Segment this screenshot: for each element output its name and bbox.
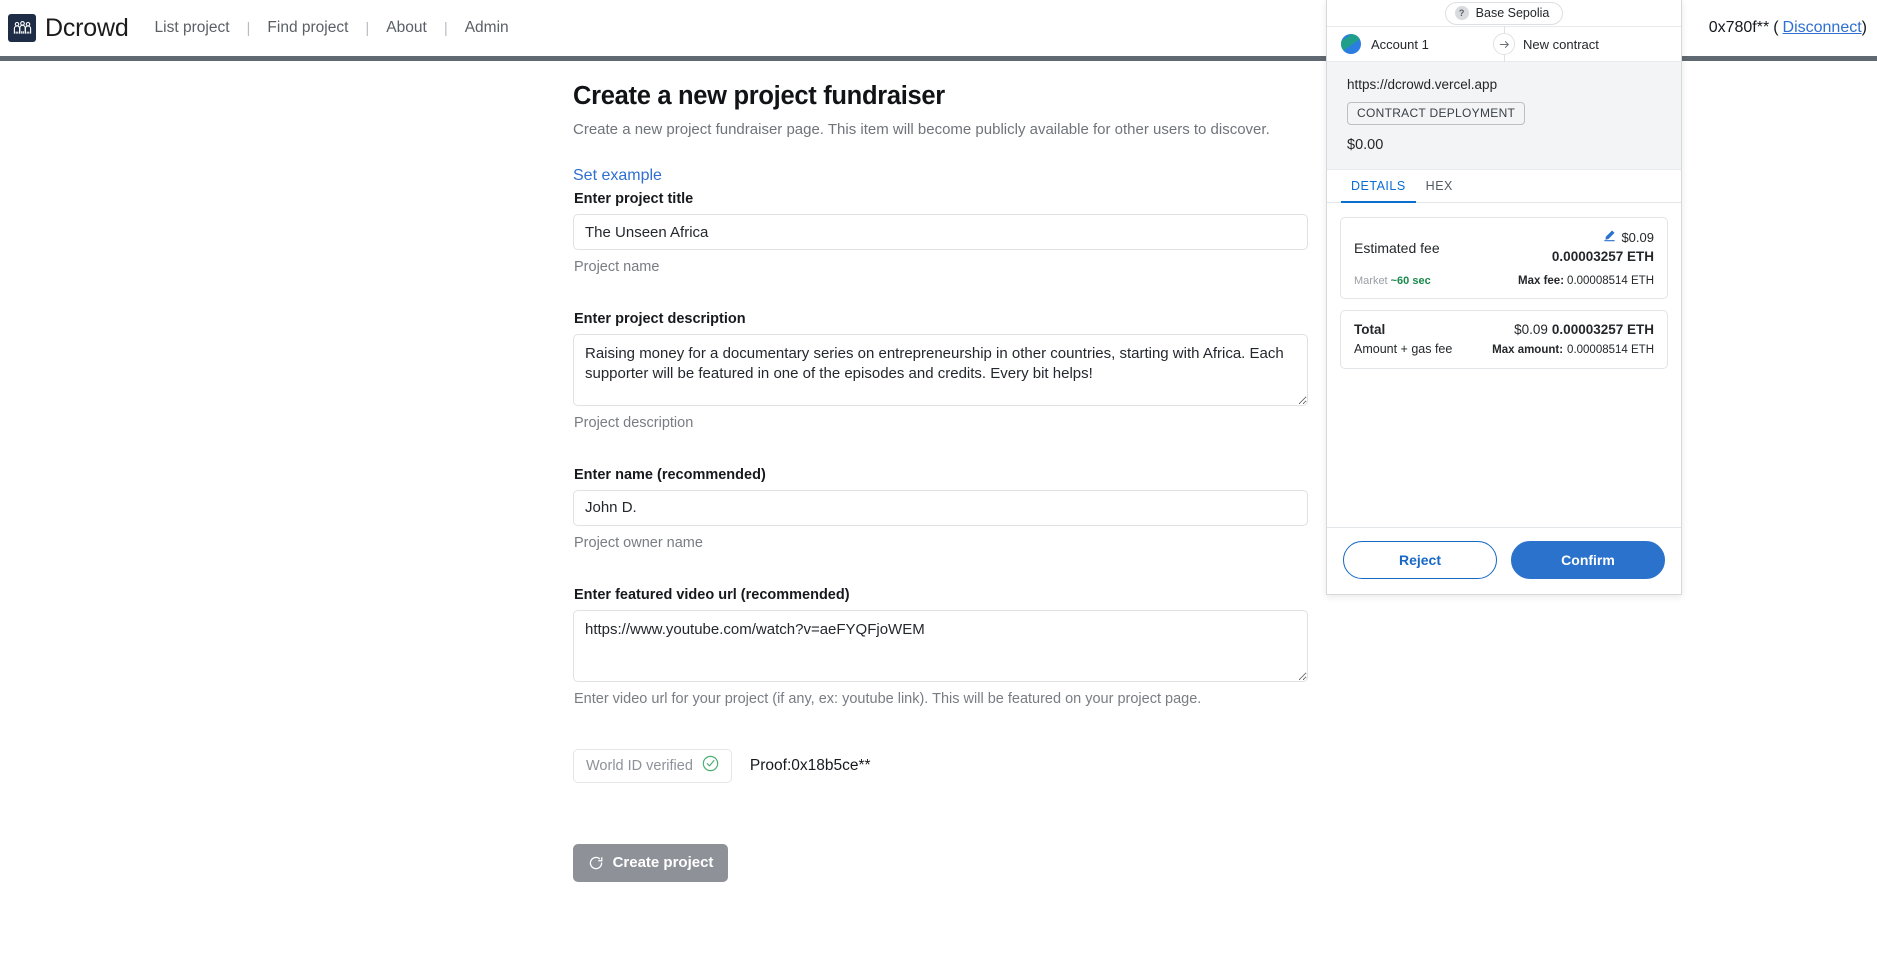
estimated-fee-eth: 0.00003257 ETH bbox=[1551, 249, 1654, 264]
paren-close: ) bbox=[1861, 19, 1867, 36]
input-project-description[interactable] bbox=[573, 334, 1308, 407]
account-avatar-icon bbox=[1341, 34, 1361, 54]
network-name: Base Sepolia bbox=[1475, 6, 1550, 20]
worldid-proof-text: Proof:0x18b5ce** bbox=[749, 756, 871, 774]
transaction-amount: $0.00 bbox=[1347, 137, 1384, 153]
nav-separator: | bbox=[443, 19, 448, 37]
field-owner-name: Enter name (recommended) Project owner n… bbox=[573, 467, 1313, 553]
metamask-action-footer: Reject Confirm bbox=[1327, 527, 1681, 594]
create-project-button[interactable]: Create project bbox=[573, 843, 728, 882]
tab-details[interactable]: DETAILS bbox=[1341, 170, 1416, 203]
input-owner-name[interactable] bbox=[573, 489, 1308, 526]
metamask-account-row: Account 1 New contract bbox=[1327, 26, 1681, 62]
nav-link-about[interactable]: About bbox=[386, 19, 427, 37]
metamask-tabs: DETAILS HEX bbox=[1327, 170, 1681, 203]
page-subtitle: Create a new project fundraiser page. Th… bbox=[573, 121, 1270, 138]
field-project-title: Enter project title Project name bbox=[573, 191, 1313, 277]
contract-deployment-tag: CONTRACT DEPLOYMENT bbox=[1347, 102, 1526, 125]
account-from-label: Account 1 bbox=[1371, 36, 1429, 52]
help-owner-name: Project owner name bbox=[574, 534, 703, 551]
nav-link-admin[interactable]: Admin bbox=[465, 19, 509, 37]
worldid-verified-chip[interactable]: World ID verified bbox=[573, 748, 732, 783]
label-video-url: Enter featured video url (recommended) bbox=[574, 586, 850, 603]
max-amount-label: Max amount: bbox=[1492, 344, 1564, 356]
help-video-url: Enter video url for your project (if any… bbox=[574, 690, 1202, 707]
metamask-details-body: Estimated fee $0.09 0.00003257 ETH Marke… bbox=[1327, 203, 1681, 527]
brand-name: Dcrowd bbox=[45, 13, 129, 42]
market-time: ~60 sec bbox=[1390, 275, 1431, 287]
disconnect-link[interactable]: Disconnect bbox=[1783, 19, 1862, 37]
market-label: Market bbox=[1354, 275, 1388, 287]
nav-link-find-project[interactable]: Find project bbox=[267, 19, 348, 37]
worldid-verification-row: World ID verified Proof:0x18b5ce** bbox=[573, 748, 1313, 783]
metamask-origin-section: https://dcrowd.vercel.app CONTRACT DEPLO… bbox=[1327, 62, 1681, 170]
worldid-chip-label: World ID verified bbox=[586, 757, 693, 774]
nav-separator: | bbox=[365, 19, 370, 37]
create-project-form: Create a new project fundraiser Create a… bbox=[573, 82, 1313, 882]
nav-link-list-project[interactable]: List project bbox=[155, 19, 230, 37]
total-sublabel: Amount + gas fee bbox=[1354, 342, 1453, 356]
network-pill[interactable]: ? Base Sepolia bbox=[1444, 2, 1564, 25]
metamask-network-row: ? Base Sepolia bbox=[1327, 0, 1681, 26]
spinner-icon bbox=[588, 855, 604, 871]
origin-url: https://dcrowd.vercel.app bbox=[1347, 77, 1498, 92]
arrow-connector-top bbox=[1504, 26, 1505, 33]
estimated-fee-card: Estimated fee $0.09 0.00003257 ETH Marke… bbox=[1340, 217, 1668, 299]
input-video-url[interactable] bbox=[573, 609, 1308, 682]
max-fee-value: 0.00008514 ETH bbox=[1567, 275, 1654, 287]
paren-open: ( bbox=[1773, 19, 1779, 36]
people-group-icon bbox=[8, 14, 36, 42]
input-project-title[interactable] bbox=[573, 214, 1308, 251]
nav-links: List project | Find project | About | Ad… bbox=[155, 19, 509, 37]
metamask-confirmation-popup: ? Base Sepolia Account 1 New contract ht… bbox=[1326, 0, 1682, 595]
help-project-title: Project name bbox=[574, 259, 660, 276]
label-project-title: Enter project title bbox=[574, 191, 694, 208]
tab-hex[interactable]: HEX bbox=[1416, 170, 1463, 203]
total-eth: 0.00003257 ETH bbox=[1551, 322, 1654, 337]
arrow-right-icon bbox=[1493, 33, 1515, 55]
confirm-button[interactable]: Confirm bbox=[1511, 541, 1665, 579]
wallet-status: 0x780f** ( Disconnect ) bbox=[1709, 0, 1867, 56]
nav-separator: | bbox=[246, 19, 251, 37]
max-amount-value: 0.00008514 ETH bbox=[1567, 344, 1654, 356]
label-project-description: Enter project description bbox=[574, 311, 746, 328]
max-fee-label: Max fee: bbox=[1518, 275, 1565, 287]
total-card: Total $0.09 0.00003257 ETH Amount + gas f… bbox=[1340, 310, 1668, 369]
set-example-link[interactable]: Set example bbox=[573, 167, 662, 185]
total-label: Total bbox=[1354, 322, 1386, 337]
account-to-label: New contract bbox=[1523, 36, 1599, 52]
check-circle-icon bbox=[702, 755, 719, 777]
field-project-description: Enter project description Project descri… bbox=[573, 311, 1313, 433]
question-mark-icon: ? bbox=[1454, 6, 1469, 20]
pencil-edit-icon[interactable] bbox=[1603, 229, 1616, 245]
wallet-address: 0x780f** bbox=[1708, 19, 1770, 36]
field-video-url: Enter featured video url (recommended) E… bbox=[573, 587, 1313, 709]
reject-button[interactable]: Reject bbox=[1343, 541, 1497, 579]
total-usd: $0.09 bbox=[1514, 322, 1548, 337]
create-project-button-label: Create project bbox=[612, 854, 714, 872]
estimated-fee-label: Estimated fee bbox=[1354, 240, 1440, 256]
arrow-connector-bottom bbox=[1504, 55, 1505, 62]
page-title: Create a new project fundraiser bbox=[573, 82, 945, 110]
label-owner-name: Enter name (recommended) bbox=[574, 466, 766, 483]
main-content: Create a new project fundraiser Create a… bbox=[0, 61, 1340, 963]
help-project-description: Project description bbox=[574, 415, 694, 432]
estimated-fee-usd: $0.09 bbox=[1621, 229, 1654, 245]
